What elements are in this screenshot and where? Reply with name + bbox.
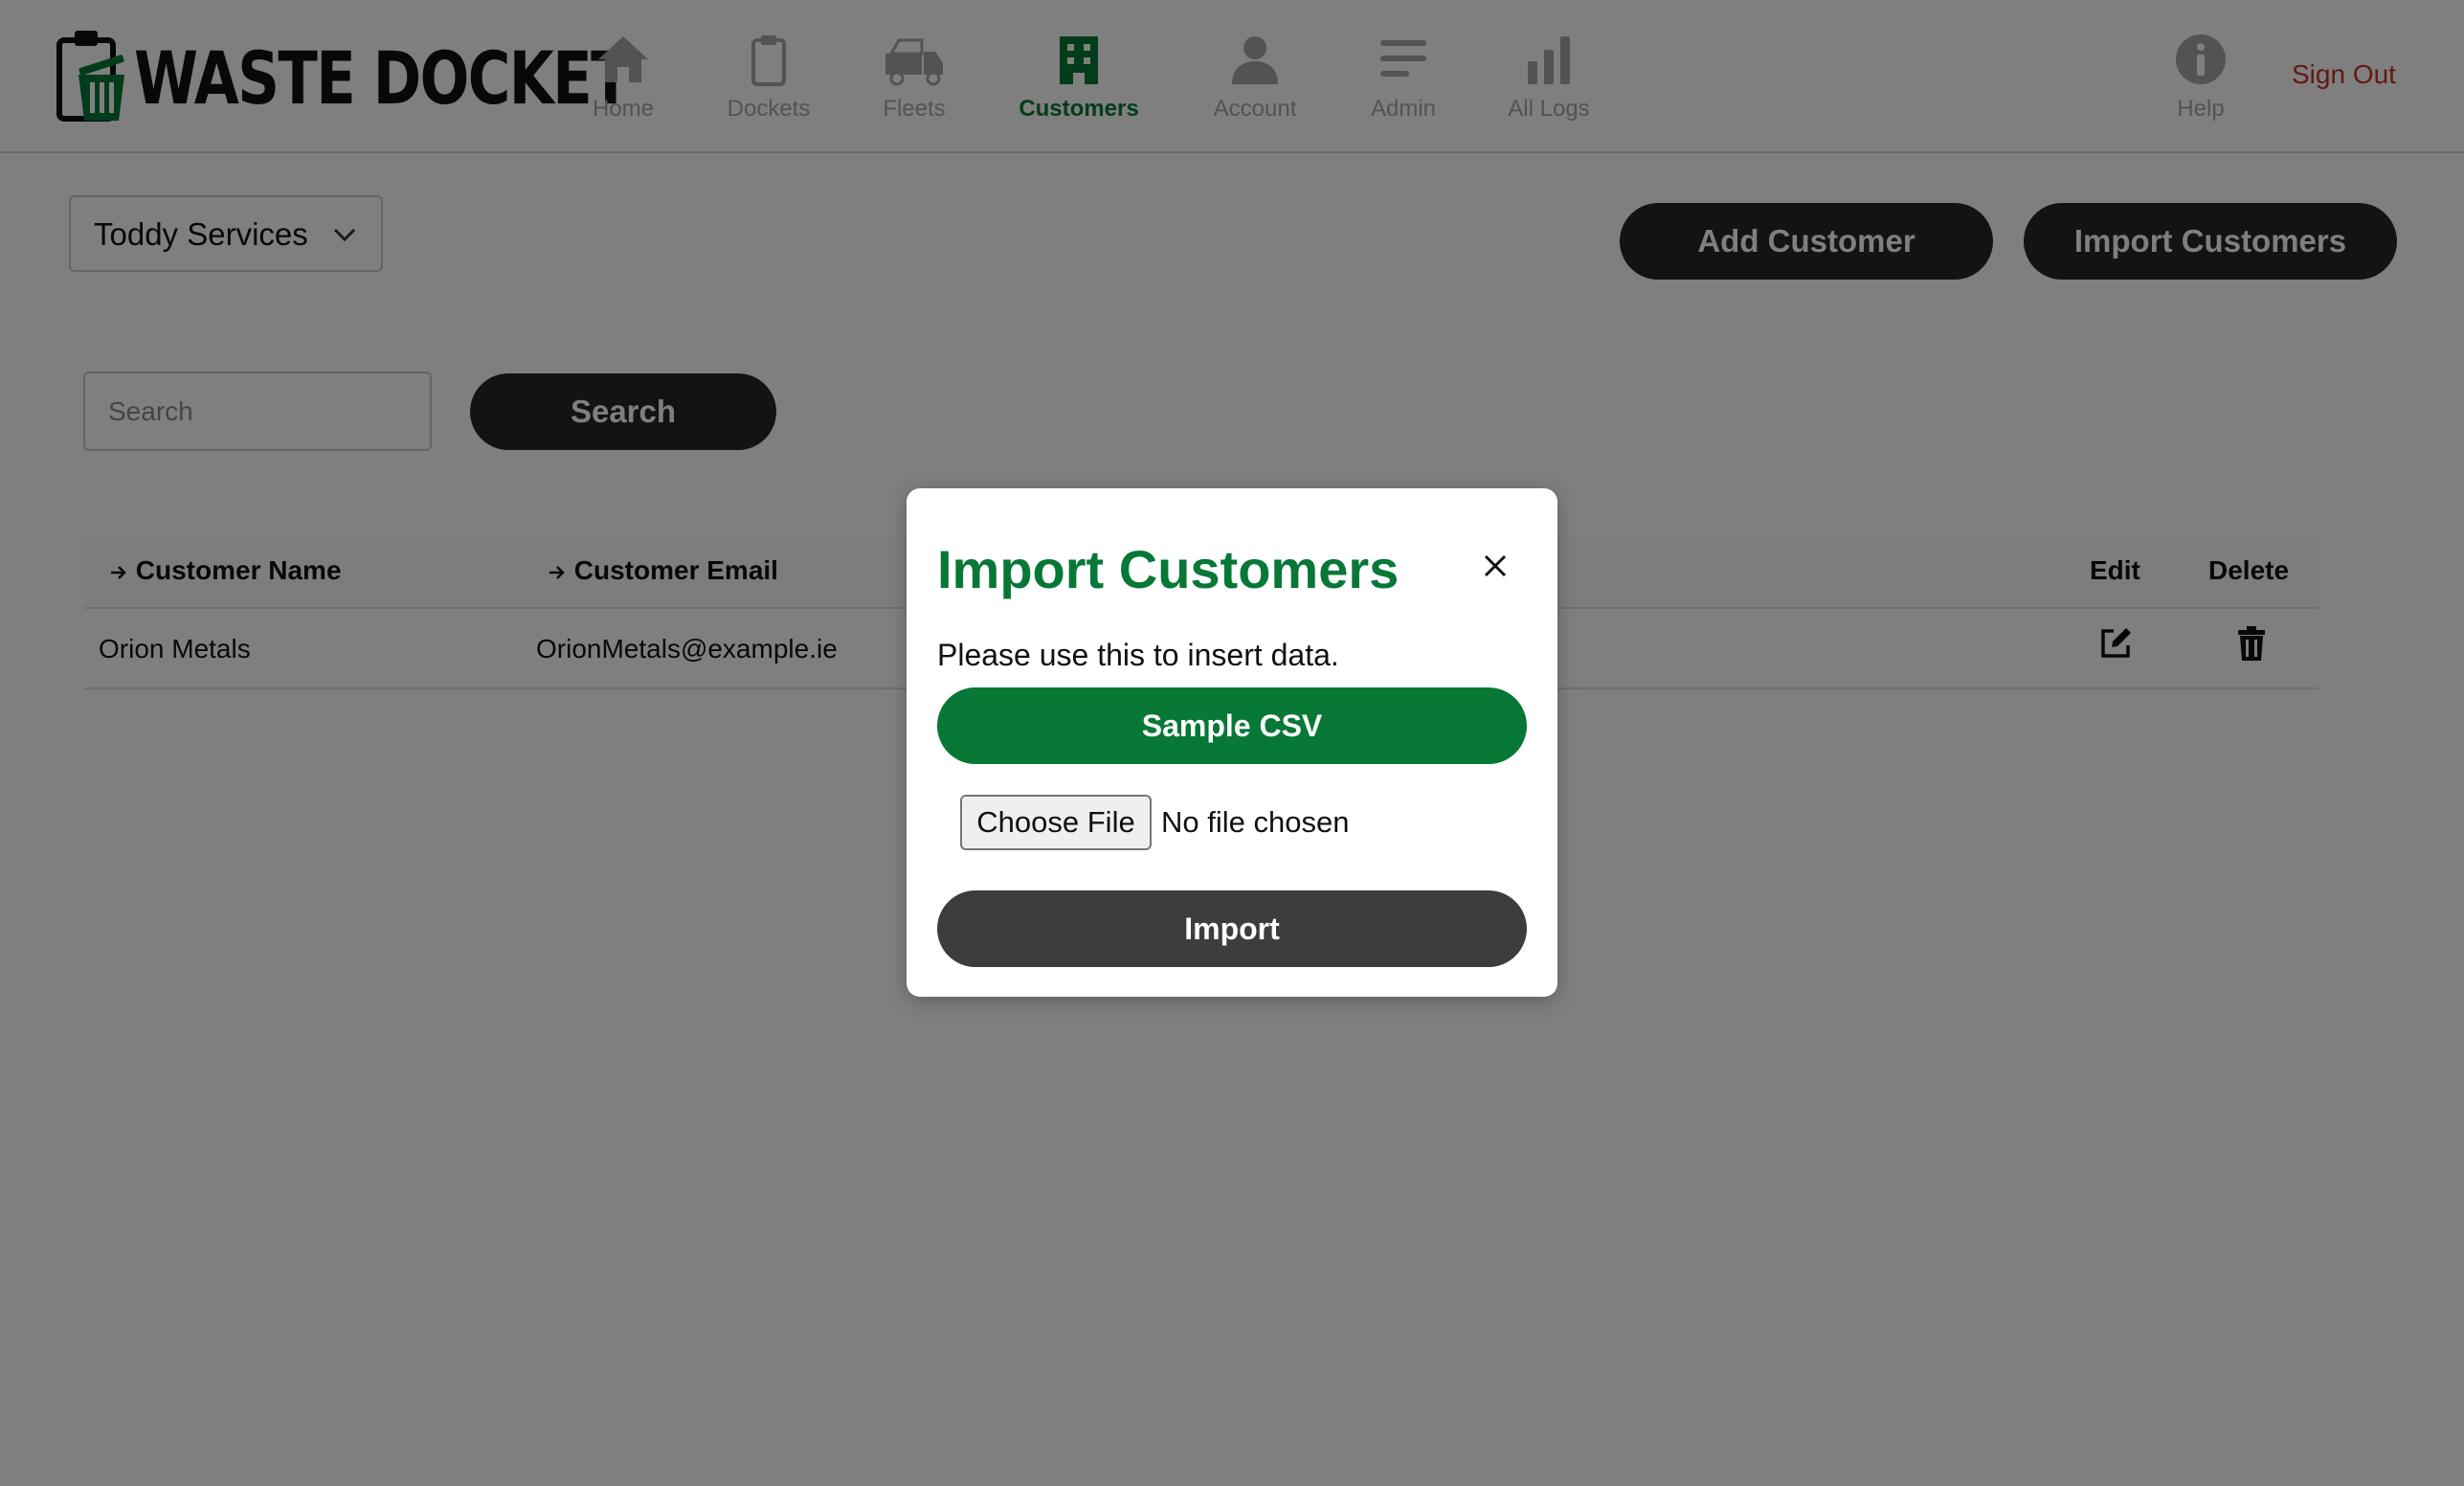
modal-title: Import Customers	[937, 539, 1400, 599]
close-icon[interactable]	[1483, 553, 1508, 578]
file-status-text: No file chosen	[1161, 805, 1350, 839]
modal-description: Please use this to insert data.	[937, 638, 1339, 672]
import-button[interactable]: Import	[937, 890, 1527, 967]
sample-csv-button[interactable]: Sample CSV	[937, 687, 1527, 764]
choose-file-button[interactable]: Choose File	[960, 795, 1152, 850]
import-customers-modal: Import Customers Please use this to inse…	[907, 488, 1557, 997]
